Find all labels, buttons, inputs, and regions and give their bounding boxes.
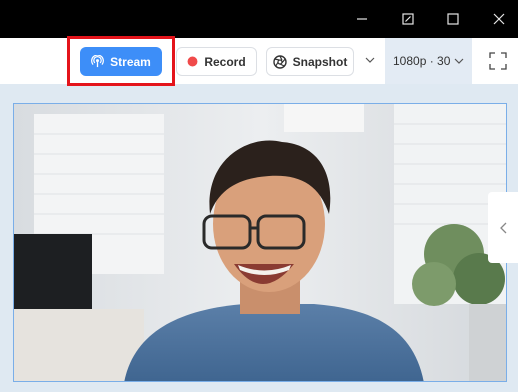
stream-label: Stream [110, 54, 151, 69]
chevron-left-icon [499, 222, 506, 233]
minimize-icon [357, 18, 367, 20]
record-dot-icon [187, 56, 198, 67]
webcam-frame [14, 104, 506, 381]
record-button[interactable]: Record [176, 47, 257, 76]
close-button[interactable] [486, 6, 512, 32]
fullscreen-icon [489, 52, 507, 70]
restore-icon [402, 13, 414, 25]
minimize-button[interactable] [349, 6, 375, 32]
chevron-down-icon [454, 58, 464, 64]
title-bar [0, 0, 518, 38]
video-preview[interactable] [13, 103, 507, 382]
snapshot-label: Snapshot [292, 54, 348, 69]
resolution-value: 1080p · 30 [393, 54, 451, 68]
stream-button[interactable]: Stream [80, 47, 162, 76]
snapshot-options-dropdown[interactable] [362, 52, 378, 68]
resolution-select[interactable]: 1080p · 30 [385, 38, 472, 84]
maximize-icon [447, 13, 459, 25]
snapshot-button[interactable]: Snapshot [266, 47, 354, 76]
broadcast-icon [91, 55, 105, 68]
camera-aperture-icon [272, 54, 287, 69]
record-label: Record [204, 54, 246, 69]
chevron-down-icon [365, 57, 375, 63]
close-icon [493, 13, 505, 25]
fullscreen-button[interactable] [489, 52, 507, 70]
maximize-button[interactable] [440, 6, 466, 32]
side-panel-toggle[interactable] [488, 192, 518, 263]
restore-button[interactable] [395, 6, 421, 32]
